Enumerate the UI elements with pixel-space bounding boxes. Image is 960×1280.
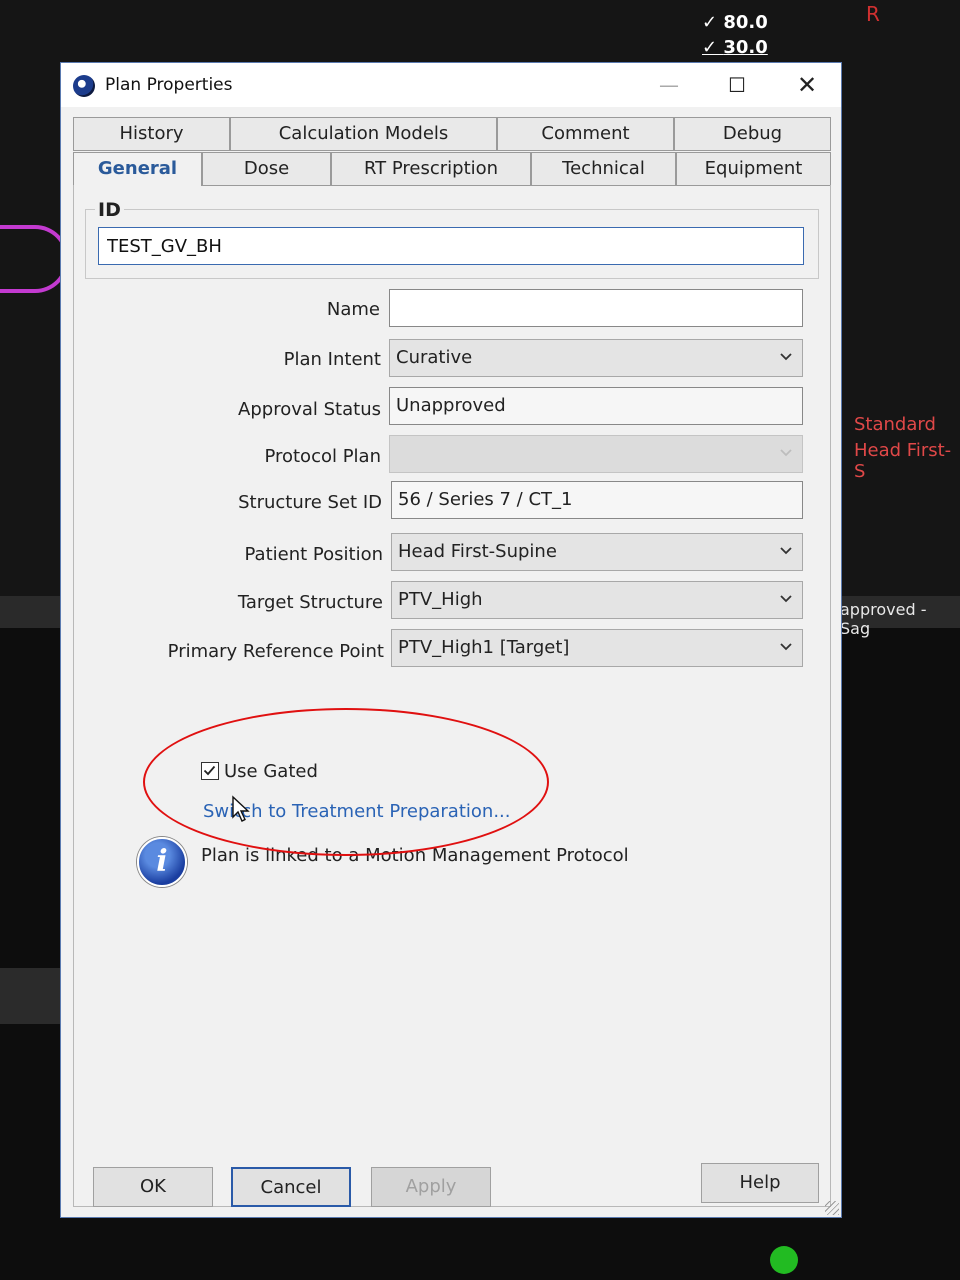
primary-reference-point-select[interactable]: PTV_High1 [Target] [391, 629, 803, 667]
close-button[interactable]: ✕ [787, 71, 827, 99]
tab-rt-prescription[interactable]: RT Prescription [331, 152, 531, 186]
annotation-ellipse [143, 708, 549, 856]
name-label: Name [326, 299, 380, 320]
chevron-down-icon [778, 445, 794, 461]
chevron-down-icon [778, 349, 794, 365]
primary-reference-point-value: PTV_High1 [Target] [398, 637, 570, 658]
title-bar[interactable]: Plan Properties — ☐ ✕ [61, 63, 841, 107]
plan-intent-value: Curative [396, 347, 473, 368]
tab-general[interactable]: General [73, 152, 202, 186]
protocol-plan-select [389, 435, 803, 473]
dialog-title: Plan Properties [105, 75, 233, 95]
help-button[interactable]: Help [701, 1163, 819, 1203]
chevron-down-icon [778, 591, 794, 607]
orientation-label: Standard [854, 414, 936, 435]
ok-button[interactable]: OK [93, 1167, 213, 1207]
patient-position-value: Head First-Supine [398, 541, 557, 562]
id-group-label: ID [95, 199, 124, 221]
tab-comment[interactable]: Comment [497, 117, 674, 151]
structure-contour [0, 225, 69, 293]
target-structure-select[interactable]: PTV_High [391, 581, 803, 619]
structure-set-id-label: Structure Set ID [238, 492, 382, 513]
orientation-label: Head First-S [854, 440, 952, 482]
protocol-plan-label: Protocol Plan [264, 446, 381, 467]
tab-calculation-models[interactable]: Calculation Models [230, 117, 497, 151]
info-icon: i [137, 837, 187, 887]
plan-properties-dialog: Plan Properties — ☐ ✕ History Calculatio… [60, 62, 842, 1218]
minimize-button[interactable]: — [649, 71, 689, 99]
dose-top-value: 80.0 [723, 12, 768, 33]
chevron-down-icon [778, 639, 794, 655]
tab-equipment[interactable]: Equipment [676, 152, 831, 186]
patient-position-label: Patient Position [244, 544, 383, 565]
plan-intent-label: Plan Intent [283, 349, 381, 370]
green-marker-icon [770, 1246, 798, 1274]
patient-position-select[interactable]: Head First-Supine [391, 533, 803, 571]
tab-dose[interactable]: Dose [202, 152, 331, 186]
structure-set-id-field: 56 / Series 7 / CT_1 [391, 481, 803, 519]
dose-level-label: ✓ 80.0 [702, 12, 768, 33]
target-structure-value: PTV_High [398, 589, 483, 610]
orientation-mark: R [866, 2, 880, 26]
dose-second-value: 30.0 [723, 37, 768, 58]
maximize-button[interactable]: ☐ [717, 71, 757, 99]
target-structure-label: Target Structure [237, 592, 383, 613]
id-input[interactable] [98, 227, 804, 265]
plan-intent-select[interactable]: Curative [389, 339, 803, 377]
cancel-button[interactable]: Cancel [231, 1167, 351, 1207]
resize-grip[interactable] [825, 1201, 839, 1215]
chevron-down-icon [778, 543, 794, 559]
apply-button: Apply [371, 1167, 491, 1207]
tab-technical[interactable]: Technical [531, 152, 676, 186]
app-logo-icon [73, 75, 95, 97]
primary-reference-point-label: Primary Reference Point [167, 641, 384, 662]
dose-level-label: ✓ 30.0 [702, 37, 768, 58]
tab-history[interactable]: History [73, 117, 230, 151]
approval-status-label: Approval Status [238, 399, 381, 420]
approval-status-field: Unapproved [389, 387, 803, 425]
status-strip-text: approved - Sag [840, 600, 927, 638]
name-field[interactable] [389, 289, 803, 327]
tab-debug[interactable]: Debug [674, 117, 831, 151]
